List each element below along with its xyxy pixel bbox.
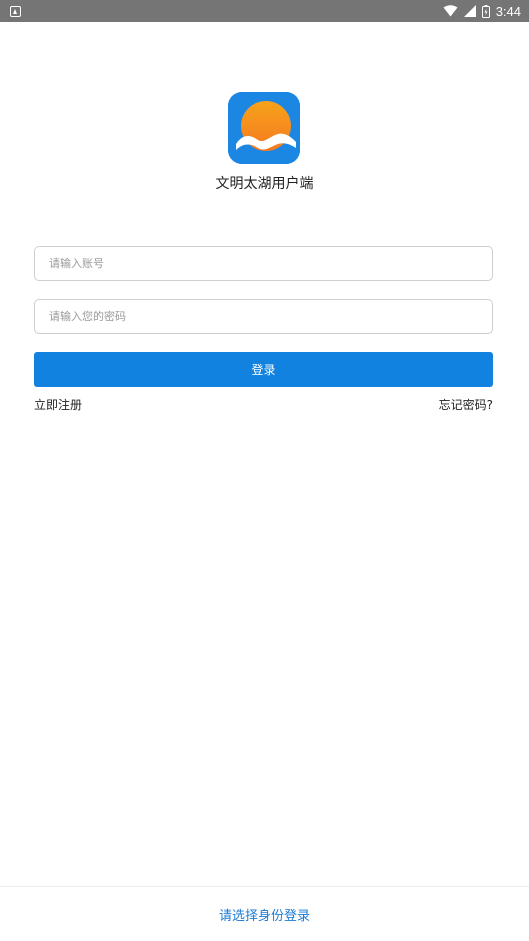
login-button[interactable]: 登录 (34, 352, 493, 387)
select-role-link[interactable]: 请选择身份登录 (0, 905, 529, 924)
register-link[interactable]: 立即注册 (34, 396, 82, 413)
wifi-icon (443, 5, 458, 17)
auth-links: 立即注册 忘记密码? (34, 396, 493, 413)
app-logo (228, 92, 300, 164)
signal-icon (463, 5, 476, 17)
status-bar: 3:44 (0, 0, 529, 22)
battery-icon (481, 4, 490, 18)
forgot-password-link[interactable]: 忘记密码? (439, 396, 493, 413)
password-input[interactable] (35, 300, 492, 333)
account-field[interactable] (34, 246, 493, 281)
footer-divider (0, 886, 529, 887)
account-input[interactable] (35, 247, 492, 280)
password-field[interactable] (34, 299, 493, 334)
app-title: 文明太湖用户端 (215, 176, 314, 192)
status-time: 3:44 (495, 3, 521, 19)
notification-icon (10, 5, 21, 17)
